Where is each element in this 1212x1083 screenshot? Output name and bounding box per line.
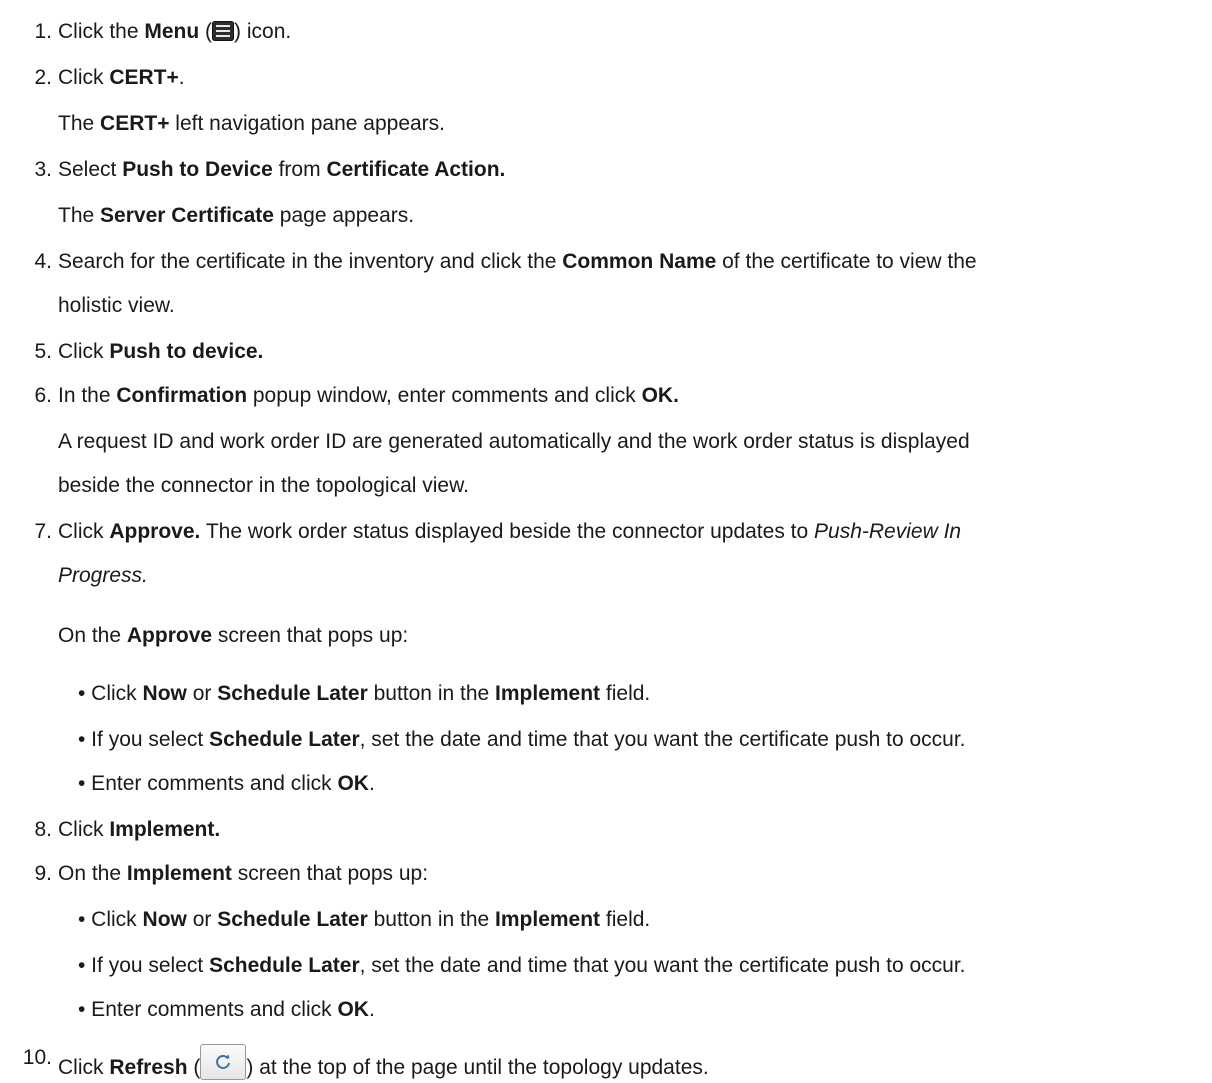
refresh-icon	[200, 1044, 247, 1080]
menu-icon	[212, 21, 235, 41]
step-number: 1.	[34, 20, 52, 43]
menu-label: Menu	[144, 20, 200, 43]
